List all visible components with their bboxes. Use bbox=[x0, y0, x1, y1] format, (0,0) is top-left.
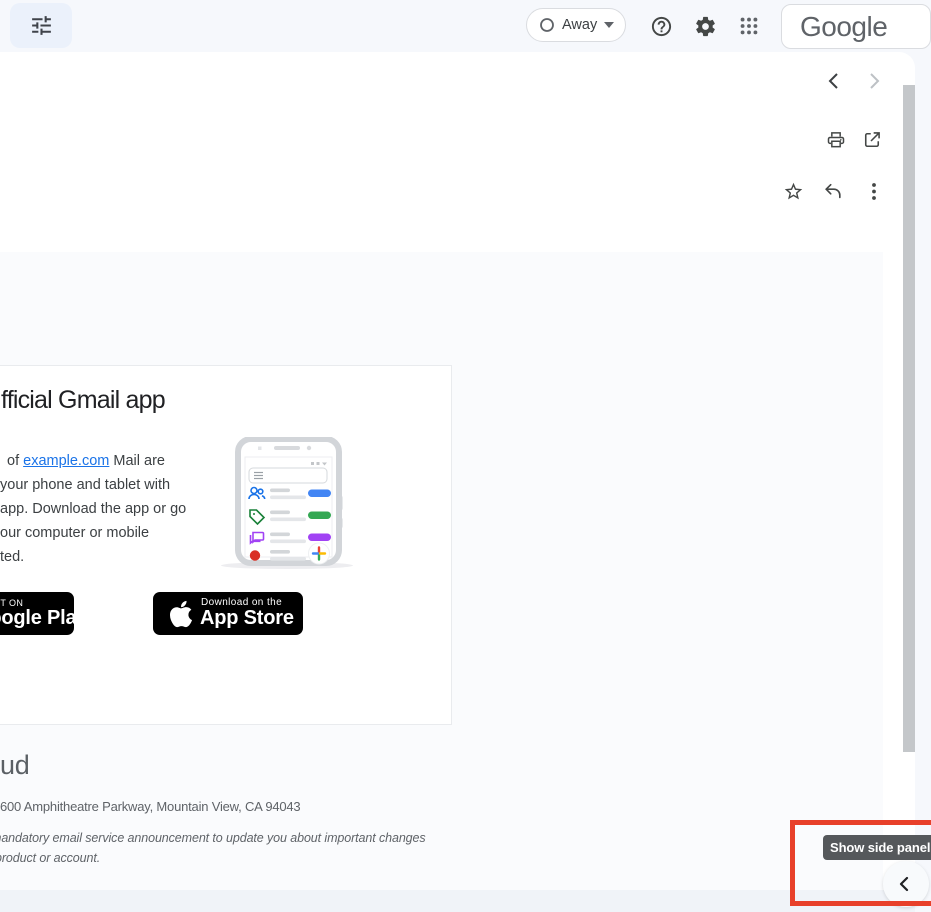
open-in-new-icon bbox=[866, 133, 879, 146]
body-line: ted. bbox=[0, 545, 186, 569]
red-dot-icon bbox=[250, 550, 260, 560]
tune-filter-button[interactable] bbox=[10, 3, 72, 48]
promo-body: of example.com Mail are your phone and t… bbox=[0, 449, 186, 569]
blue-pill bbox=[308, 490, 331, 498]
star-button[interactable] bbox=[783, 181, 804, 202]
gmail-window: Away Google bbox=[0, 0, 931, 912]
bottom-strip bbox=[0, 890, 915, 912]
print-button[interactable] bbox=[826, 130, 846, 150]
status-circle-icon bbox=[539, 17, 555, 33]
phone-side-button bbox=[338, 495, 343, 511]
caret-down-icon bbox=[604, 22, 614, 28]
body-line: our computer or mobile bbox=[0, 521, 186, 545]
example-link[interactable]: example.com bbox=[23, 453, 109, 469]
top-bar: Away Google bbox=[0, 0, 931, 52]
show-side-panel-button[interactable] bbox=[883, 861, 929, 907]
badge-big-text: App Store bbox=[200, 607, 294, 630]
apps-button[interactable] bbox=[734, 11, 764, 41]
app-store-badge[interactable]: Download on the App Store bbox=[153, 592, 303, 635]
scrollbar[interactable] bbox=[903, 85, 915, 752]
show-side-panel-tooltip: Show side panel bbox=[823, 835, 931, 860]
chevron-left-icon bbox=[895, 874, 915, 894]
apps-grid-icon bbox=[738, 15, 760, 37]
promo-heading: fficial Gmail app bbox=[1, 386, 165, 415]
google-logo-text: Google bbox=[800, 11, 887, 43]
help-icon bbox=[650, 15, 673, 38]
compose-fab-icon bbox=[309, 543, 330, 564]
open-in-new-button[interactable] bbox=[862, 130, 882, 150]
footer-brand: ud bbox=[0, 750, 29, 781]
apple-icon bbox=[168, 599, 194, 629]
body-line: app. Download the app or go bbox=[0, 497, 186, 521]
gmail-app-illustration bbox=[213, 437, 353, 570]
body-line: your phone and tablet with bbox=[0, 473, 186, 497]
fineprint-line: product or account. bbox=[0, 851, 100, 865]
more-vert-icon bbox=[872, 183, 876, 200]
more-options-button[interactable] bbox=[866, 181, 882, 202]
settings-button[interactable] bbox=[690, 11, 720, 41]
reply-button[interactable] bbox=[823, 182, 843, 201]
tune-icon bbox=[29, 13, 54, 38]
badge-big-text: Google Play bbox=[0, 607, 87, 630]
older-message-button[interactable] bbox=[865, 71, 883, 91]
chevron-left-icon bbox=[830, 74, 837, 88]
print-icon bbox=[829, 133, 844, 147]
green-pill bbox=[308, 512, 331, 520]
google-play-badge[interactable]: GET IT ON Google Play bbox=[0, 592, 74, 635]
status-pill[interactable]: Away bbox=[526, 8, 626, 42]
newer-message-button[interactable] bbox=[825, 71, 843, 91]
chevron-right-icon bbox=[871, 74, 878, 88]
gear-icon bbox=[694, 15, 717, 38]
google-logo: Google bbox=[781, 4, 931, 49]
help-button[interactable] bbox=[646, 11, 676, 41]
purple-pill bbox=[308, 534, 331, 542]
footer-address: 600 Amphitheatre Parkway, Mountain View,… bbox=[0, 799, 300, 814]
fineprint-line: mandatory email service announcement to … bbox=[0, 831, 426, 845]
body-line: of example.com Mail are bbox=[0, 449, 186, 473]
star-icon bbox=[785, 183, 803, 200]
status-label: Away bbox=[562, 17, 597, 33]
reply-icon bbox=[826, 185, 840, 198]
phone-side-button bbox=[338, 517, 343, 529]
